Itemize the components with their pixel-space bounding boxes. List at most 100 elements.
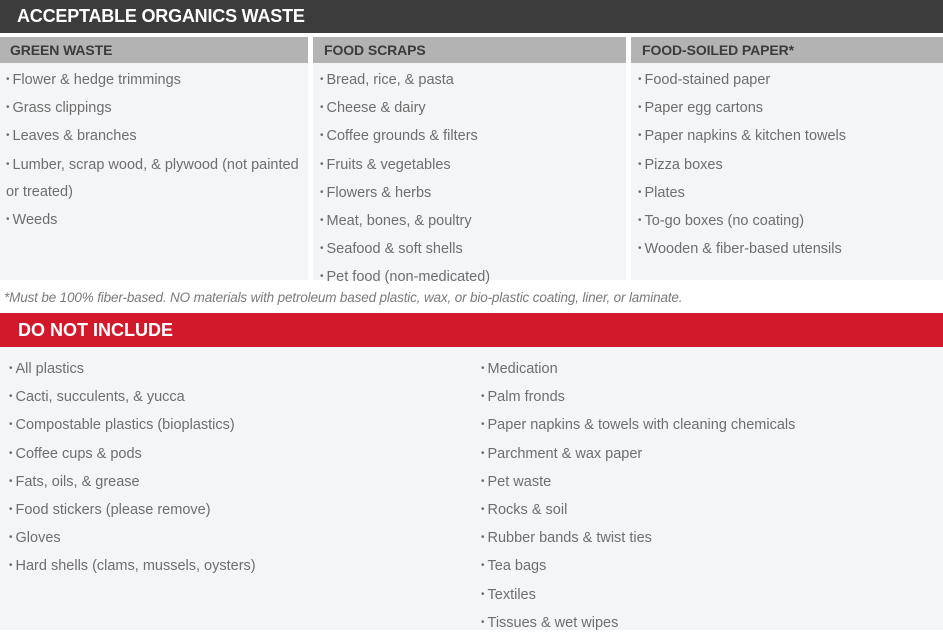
list-item: • Coffee cups & pods: [9, 440, 256, 468]
list-item: • Pet waste: [481, 468, 795, 496]
list-item: • Plates: [638, 179, 943, 207]
list-item: • Food stickers (please remove): [9, 496, 256, 524]
list-item-text: Rubber bands & twist ties: [487, 530, 652, 547]
list-item-text: Bread, rice, & pasta: [326, 72, 454, 88]
list-item-text: Paper napkins & towels with cleaning che…: [487, 417, 796, 434]
list-item-text: Lumber, scrap wood, & plywood (not paint…: [6, 156, 299, 200]
list-item-text: Plates: [644, 184, 685, 201]
acceptable-organics-header: ACCEPTABLE ORGANICS WASTE: [0, 0, 943, 33]
bullet-icon: •: [481, 532, 485, 544]
list-item-text: Cheese & dairy: [326, 100, 426, 117]
list-item: • Leaves & branches: [6, 122, 308, 150]
bullet-icon: •: [9, 363, 13, 374]
list-item: • Flowers & herbs: [320, 179, 626, 207]
food-soiled-paper-list: • Food-stained paper • Paper egg cartons • Pa…: [631, 63, 943, 263]
list-item: • Flower & hedge trimmings: [6, 66, 308, 94]
list-item: • Gloves: [9, 524, 256, 552]
bullet-icon: •: [320, 186, 324, 198]
bullet-icon: •: [481, 363, 485, 374]
bullet-icon: •: [320, 102, 324, 114]
food-scraps-column: FOOD SCRAPS • Bread, rice, & pasta • Cheese…: [313, 37, 626, 285]
list-item: • Seafood & soft shells: [320, 235, 626, 263]
bullet-icon: •: [638, 186, 642, 198]
bullet-icon: •: [6, 130, 10, 142]
bullet-icon: •: [320, 243, 324, 255]
fiber-footnote: *Must be 100% fiber-based. NO materials …: [4, 290, 683, 305]
bullet-icon: •: [320, 158, 324, 170]
list-item: • Rocks & soil: [481, 496, 795, 524]
list-item: • Hard shells (clams, mussels, oysters): [9, 552, 256, 580]
bullet-icon: •: [6, 74, 10, 85]
bullet-icon: •: [481, 504, 485, 516]
list-item: • Weeds: [6, 206, 308, 234]
acceptable-organics-title: ACCEPTABLE ORGANICS WASTE: [17, 6, 305, 26]
list-item: • Palm fronds: [481, 383, 795, 411]
green-waste-column: GREEN WASTE • Flower & hedge trimmings • Gr…: [0, 37, 308, 280]
bullet-icon: •: [481, 419, 485, 431]
bullet-icon: •: [6, 102, 10, 114]
list-item: • Tissues & wet wipes: [481, 609, 795, 637]
list-item: • Food-stained paper: [638, 66, 943, 94]
bullet-icon: •: [320, 130, 324, 142]
bullet-icon: •: [481, 447, 485, 459]
list-item-text: Compostable plastics (bioplastics): [15, 417, 235, 434]
list-item-text: Pizza boxes: [644, 156, 723, 173]
list-item: • Meat, bones, & poultry: [320, 207, 626, 235]
bullet-icon: •: [638, 102, 642, 114]
list-item-text: Food-stained paper: [644, 72, 771, 88]
list-item: • Textiles: [481, 581, 795, 609]
list-item: • Grass clippings: [6, 94, 308, 122]
list-item: • Rubber bands & twist ties: [481, 524, 795, 552]
list-item-text: Fruits & vegetables: [326, 156, 451, 173]
list-item: • Coffee grounds & filters: [320, 122, 626, 150]
list-item: • Cacti, succulents, & yucca: [9, 383, 256, 411]
list-item: • Medication: [481, 355, 795, 383]
list-item-text: To-go boxes (no coating): [644, 213, 805, 230]
bullet-icon: •: [9, 391, 13, 403]
list-item: • Parchment & wax paper: [481, 440, 795, 468]
list-item: • Pizza boxes: [638, 151, 943, 179]
bullet-icon: •: [638, 74, 642, 85]
list-item-text: Rocks & soil: [487, 502, 568, 519]
list-item-text: Gloves: [15, 530, 61, 547]
list-item: • Cheese & dairy: [320, 94, 626, 122]
do-not-include-left-list: • All plastics • Cacti, succulents, & yucca…: [9, 355, 256, 581]
list-item-text: Medication: [487, 361, 558, 377]
list-item-text: Paper napkins & kitchen towels: [644, 128, 847, 145]
list-item-text: Hard shells (clams, mussels, oysters): [15, 558, 256, 575]
list-item: • Paper napkins & towels with cleaning ch…: [481, 411, 795, 439]
food-soiled-paper-heading: FOOD-SOILED PAPER*: [631, 37, 943, 63]
list-item-text: Coffee cups & pods: [15, 445, 142, 462]
do-not-include-body: • All plastics • Cacti, succulents, & yucca…: [0, 347, 943, 631]
bullet-icon: •: [638, 243, 642, 255]
bullet-icon: •: [638, 158, 642, 170]
bullet-icon: •: [481, 616, 485, 628]
do-not-include-title: DO NOT INCLUDE: [18, 320, 173, 340]
list-item-text: Meat, bones, & poultry: [326, 213, 472, 230]
food-scraps-list: • Bread, rice, & pasta • Cheese & dairy • Cof…: [313, 63, 626, 292]
bullet-icon: •: [9, 475, 13, 487]
bullet-icon: •: [320, 74, 324, 85]
list-item-text: Palm fronds: [487, 389, 565, 406]
list-item: • Wooden & fiber-based utensils: [638, 235, 943, 263]
list-item-text: Leaves & branches: [12, 128, 137, 145]
bullet-icon: •: [481, 560, 485, 572]
bullet-icon: •: [9, 560, 13, 572]
list-item-text: Cacti, succulents, & yucca: [15, 389, 185, 406]
list-item: • Lumber, scrap wood, & plywood (not pain…: [6, 151, 308, 206]
bullet-icon: •: [9, 532, 13, 544]
list-item-text: Wooden & fiber-based utensils: [644, 241, 842, 258]
green-waste-list: • Flower & hedge trimmings • Grass clipping…: [0, 63, 308, 234]
list-item-text: Food stickers (please remove): [15, 502, 211, 519]
list-item: • All plastics: [9, 355, 256, 383]
list-item-text: Weeds: [12, 212, 58, 229]
bullet-icon: •: [481, 391, 485, 403]
list-item-text: Pet waste: [487, 473, 552, 490]
do-not-include-right-list: • Medication • Palm fronds • Paper napkins & …: [481, 355, 795, 637]
list-item: • Bread, rice, & pasta: [320, 66, 626, 94]
list-item-text: Flower & hedge trimmings: [12, 72, 181, 88]
food-scraps-heading: FOOD SCRAPS: [313, 37, 626, 63]
green-waste-heading: GREEN WASTE: [0, 37, 308, 63]
bullet-icon: •: [481, 588, 485, 600]
bullet-icon: •: [638, 130, 642, 142]
